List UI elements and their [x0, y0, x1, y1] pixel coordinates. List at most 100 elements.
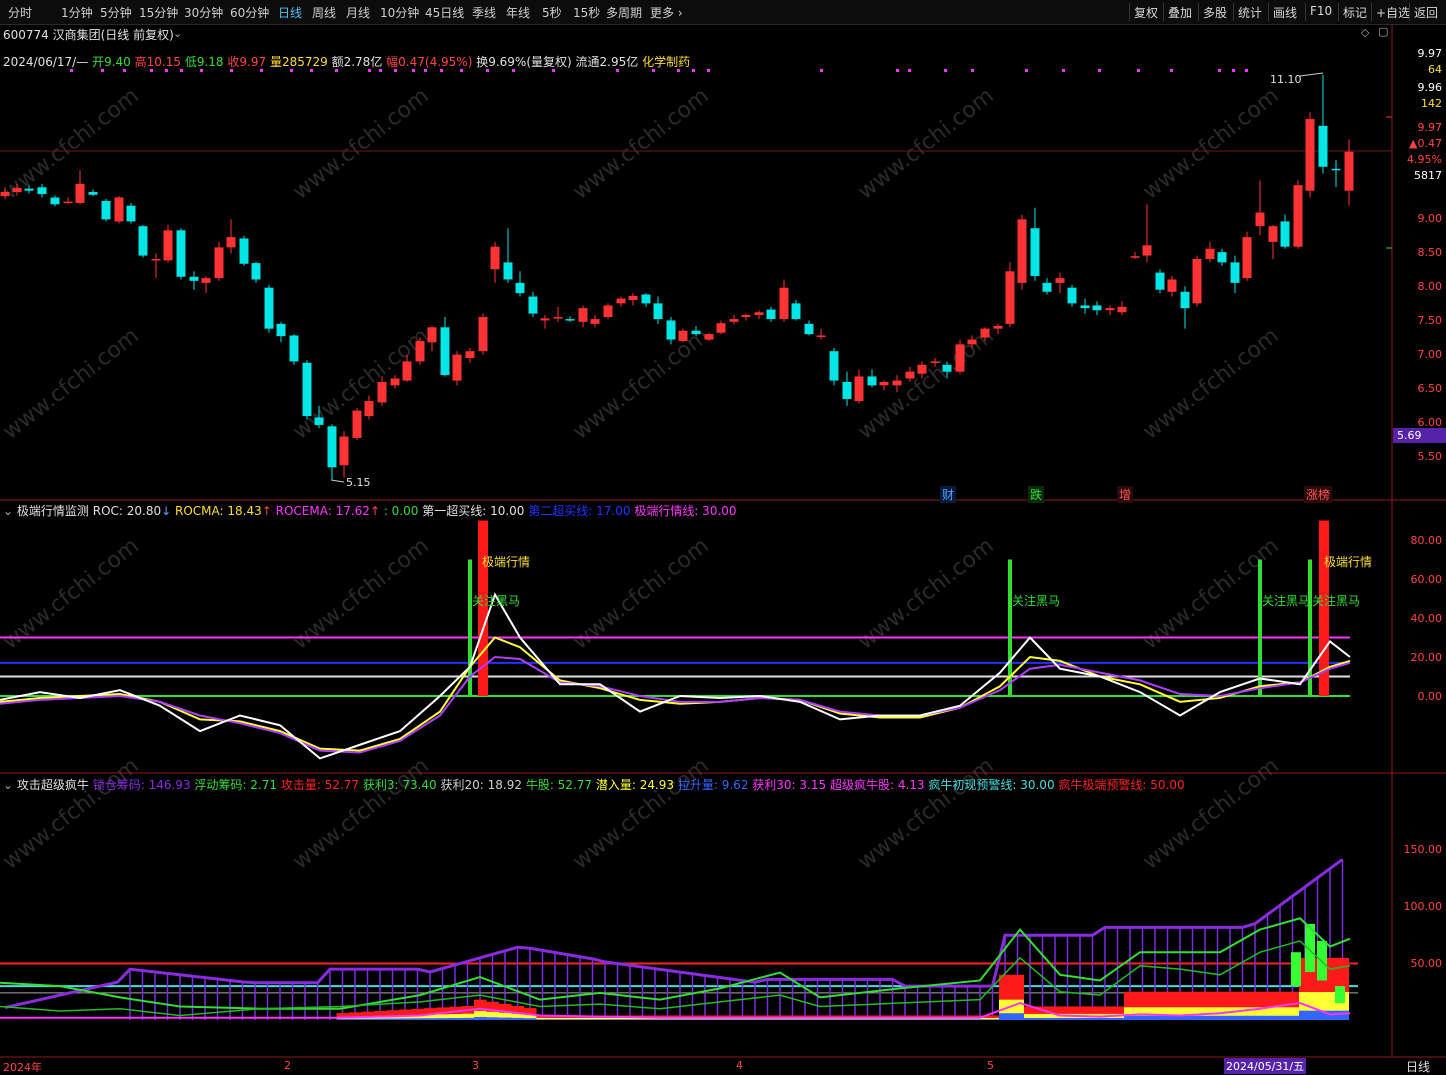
toolbar-button-3[interactable]: 统计: [1238, 4, 1262, 21]
candle-body-34: [427, 327, 437, 343]
rise-vol-35: [436, 1018, 449, 1020]
candle-body-37: [465, 351, 475, 359]
diamond-icon[interactable]: ◇: [1361, 26, 1369, 39]
candle-body-46: [578, 308, 588, 322]
period-tab-3[interactable]: 15分钟: [139, 4, 178, 21]
chevron-down-icon[interactable]: ⌄: [173, 27, 182, 40]
rise-vol-41: [511, 1017, 524, 1020]
dark-horse-label-3: 关注黑马: [1262, 594, 1311, 608]
toolbar-button-5[interactable]: F10: [1310, 4, 1332, 18]
toolbar-button-4[interactable]: 画线: [1273, 4, 1297, 21]
candle-body-44: [553, 317, 563, 319]
period-tab-9[interactable]: 10分钟: [380, 4, 419, 21]
candle-body-75: [942, 364, 952, 372]
chart-canvas[interactable]: www.cfchi.com www.cfchi.com www.cfchi.com w…: [0, 0, 1446, 1075]
watermark-3: www.cfchi.com: [853, 83, 998, 204]
toolbar-button-0[interactable]: 复权: [1134, 4, 1158, 21]
candle-body-43: [540, 318, 550, 321]
period-tab-6[interactable]: 日线: [278, 4, 302, 21]
indicator1-axis: 80.00 60.00 40.00 20.00 0.00: [1410, 534, 1443, 703]
period-tab-7[interactable]: 周线: [312, 4, 336, 21]
candle-body-23: [289, 335, 299, 362]
candle-body-78: [980, 328, 990, 338]
rise-vol-90: [1124, 1015, 1137, 1020]
toolbar-button-1[interactable]: 叠加: [1168, 4, 1192, 21]
event-dot-39: [1245, 69, 1248, 72]
rise-vol-96: [1199, 1015, 1212, 1020]
period-tab-16[interactable]: 更多 ›: [650, 4, 683, 21]
rise-vol-67: [836, 1019, 849, 1020]
increase-badge[interactable]: 增: [1117, 486, 1134, 503]
rise-vol-75: [936, 1019, 949, 1020]
period-tab-4[interactable]: 30分钟: [184, 4, 223, 21]
candle-body-70: [879, 381, 889, 386]
rise-vol-45: [561, 1019, 574, 1020]
candle-body-79: [993, 325, 1003, 329]
event-dot-28: [896, 69, 899, 72]
quote-float: 流通2.95亿: [575, 55, 639, 69]
period-tab-13[interactable]: 5秒: [542, 4, 562, 21]
bull-bar-3: [1335, 986, 1345, 1004]
candle-body-17: [214, 247, 224, 279]
candle-body-14: [176, 230, 186, 277]
candle-body-66: [829, 351, 839, 381]
quote-amount: 额2.78亿: [331, 55, 383, 69]
indicator2-item-5: 牛股: 52.77: [522, 778, 593, 792]
candle-body-36: [452, 354, 462, 381]
period-tab-12[interactable]: 年线: [506, 4, 530, 21]
period-tab-14[interactable]: 15秒: [573, 4, 600, 21]
candle-body-1: [12, 187, 22, 193]
period-tab-2[interactable]: 5分钟: [100, 4, 132, 21]
period-tab-11[interactable]: 季线: [472, 4, 496, 21]
rise-vol-64: [799, 1019, 812, 1020]
finance-badge[interactable]: 财: [940, 486, 957, 503]
quote-turnover: 换9.69%(量复权): [476, 55, 572, 69]
rise-vol-68: [849, 1019, 862, 1020]
toolbar-button-2[interactable]: 多股: [1203, 4, 1227, 21]
candle-body-0: [0, 192, 10, 197]
window-icon[interactable]: ▢: [1378, 25, 1388, 38]
candle-body-74: [930, 361, 940, 363]
watermark-7: www.cfchi.com: [568, 323, 713, 444]
candle-body-28: [352, 410, 362, 438]
period-label[interactable]: 日线: [1406, 1058, 1430, 1075]
period-tab-8[interactable]: 月线: [346, 4, 370, 21]
chevron-down-icon[interactable]: ⌄: [3, 504, 13, 518]
rise-vol-95: [1186, 1015, 1199, 1020]
chevron-down-icon[interactable]: ⌄: [3, 778, 13, 792]
period-tab-5[interactable]: 60分钟: [230, 4, 269, 21]
rise-vol-62: [774, 1019, 787, 1020]
limit-up-badge[interactable]: 涨榜: [1304, 486, 1333, 503]
event-dot-38: [1232, 69, 1235, 72]
candle-body-18: [226, 237, 236, 248]
rise-vol-104: [1299, 1010, 1312, 1020]
rise-vol-38: [474, 1016, 487, 1020]
candle-body-105: [1318, 125, 1328, 167]
period-tab-1[interactable]: 1分钟: [61, 4, 93, 21]
toolbar-button-8[interactable]: 返回: [1414, 4, 1438, 21]
rise-vol-92: [1149, 1015, 1162, 1020]
drop-badge[interactable]: 跌: [1028, 486, 1045, 503]
candle-body-5: [63, 201, 73, 204]
rise-vol-31: [386, 1018, 399, 1020]
period-tab-0[interactable]: 分时: [8, 4, 32, 21]
rise-vol-42: [524, 1018, 537, 1020]
rise-vol-84: [1049, 1017, 1062, 1020]
indicator2-item-7: 拉升量: 9.62: [674, 778, 749, 792]
candle-body-12: [151, 258, 161, 261]
x-label-apr: 4: [736, 1059, 743, 1072]
low-arrow: [330, 479, 345, 483]
toolbar-button-6[interactable]: 标记: [1343, 4, 1367, 21]
quote-volume: 285729: [281, 55, 328, 69]
rise-vol-44: [549, 1019, 562, 1020]
indicator2-header: ⌄ 攻击超级疯牛 锁仓筹码: 146.93 浮动筹码: 2.71 攻击量: 52…: [3, 776, 1185, 793]
toolbar-button-7[interactable]: +自选: [1376, 4, 1410, 21]
candle-body-35: [440, 327, 450, 376]
period-tab-10[interactable]: 45日线: [425, 4, 464, 21]
indicator2-title: 攻击超级疯牛: [16, 778, 89, 792]
rise-vol-82: [1024, 1017, 1037, 1020]
indicator2-item-2: 攻击量: 52.77: [277, 778, 360, 792]
event-dot-33: [1062, 69, 1065, 72]
rise-vol-43: [536, 1019, 549, 1020]
period-tab-15[interactable]: 多周期: [606, 4, 642, 21]
